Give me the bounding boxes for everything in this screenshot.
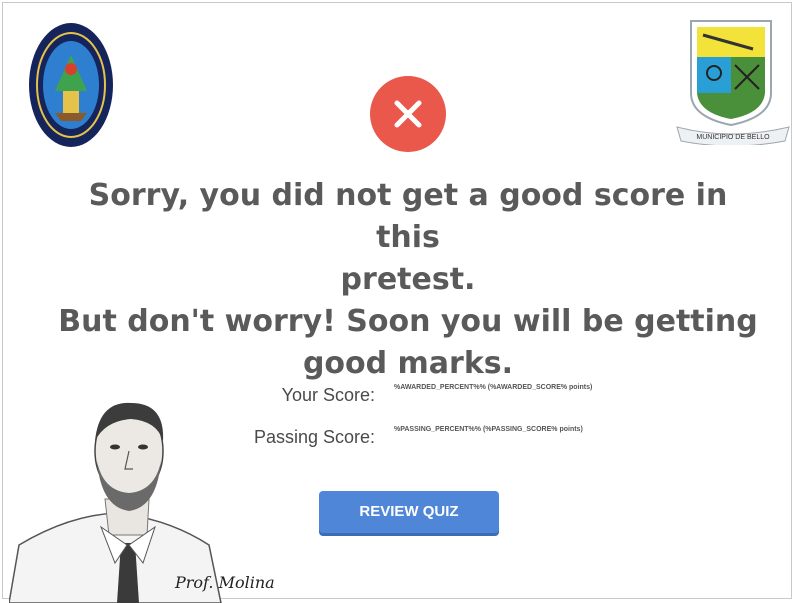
- result-message-line: But don't worry! Soon you will be gettin…: [58, 304, 758, 339]
- result-message-line: Sorry, you did not get a good score in t…: [88, 178, 728, 255]
- passing-score-label: Passing Score:: [253, 427, 375, 447]
- teacher-portrait-image: [9, 402, 222, 603]
- municipio-crest-logo: MUNICIPIO DE BELLO: [676, 20, 790, 145]
- result-message-line: pretest.: [340, 262, 476, 297]
- close-x-icon: [394, 100, 422, 128]
- result-message-line: good marks.: [302, 346, 514, 381]
- passing-score-value: %PASSING_PERCENT%% (%PASSING_SCORE% poin…: [394, 426, 583, 433]
- result-message: Sorry, you did not get a good score in t…: [53, 175, 763, 385]
- teacher-signature: Prof. Molina: [175, 573, 275, 592]
- your-score-value: %AWARDED_PERCENT%% (%AWARDED_SCORE% poin…: [394, 384, 593, 391]
- review-quiz-button[interactable]: REVIEW QUIZ: [319, 491, 499, 533]
- institution-seal-logo: [29, 23, 113, 147]
- failure-status-badge: [370, 76, 446, 152]
- your-score-label: Your Score:: [281, 385, 375, 405]
- crest-banner-text: MUNICIPIO DE BELLO: [696, 134, 770, 141]
- quiz-result-panel: MUNICIPIO DE BELLO Sorry, you did not ge…: [2, 2, 792, 603]
